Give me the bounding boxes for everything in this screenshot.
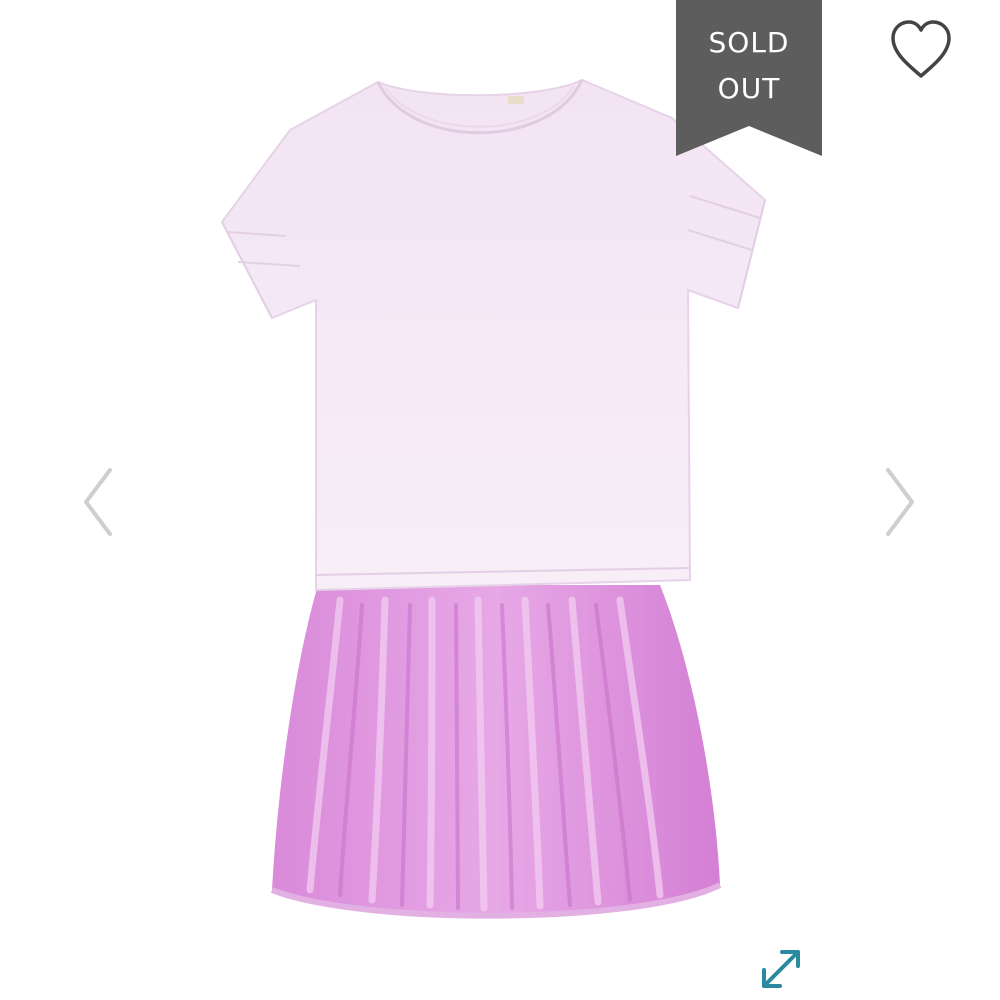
sold-out-label: SOLD OUT [676, 20, 822, 112]
product-gallery: SOLD OUT [0, 0, 1000, 1000]
heart-outline-icon [891, 20, 951, 78]
tshirt-bodice [220, 78, 767, 592]
product-image[interactable] [200, 60, 780, 930]
previous-image-button[interactable] [76, 462, 116, 542]
sold-out-line-1: SOLD [708, 26, 790, 59]
sold-out-line-2: OUT [717, 72, 781, 105]
wishlist-button[interactable] [885, 18, 957, 82]
chevron-right-icon [886, 468, 914, 536]
chevron-left-icon [84, 468, 112, 536]
sold-out-badge: SOLD OUT [676, 0, 822, 156]
next-image-button[interactable] [882, 462, 922, 542]
expand-arrows-icon [762, 950, 800, 988]
zoom-image-button[interactable] [756, 946, 806, 992]
